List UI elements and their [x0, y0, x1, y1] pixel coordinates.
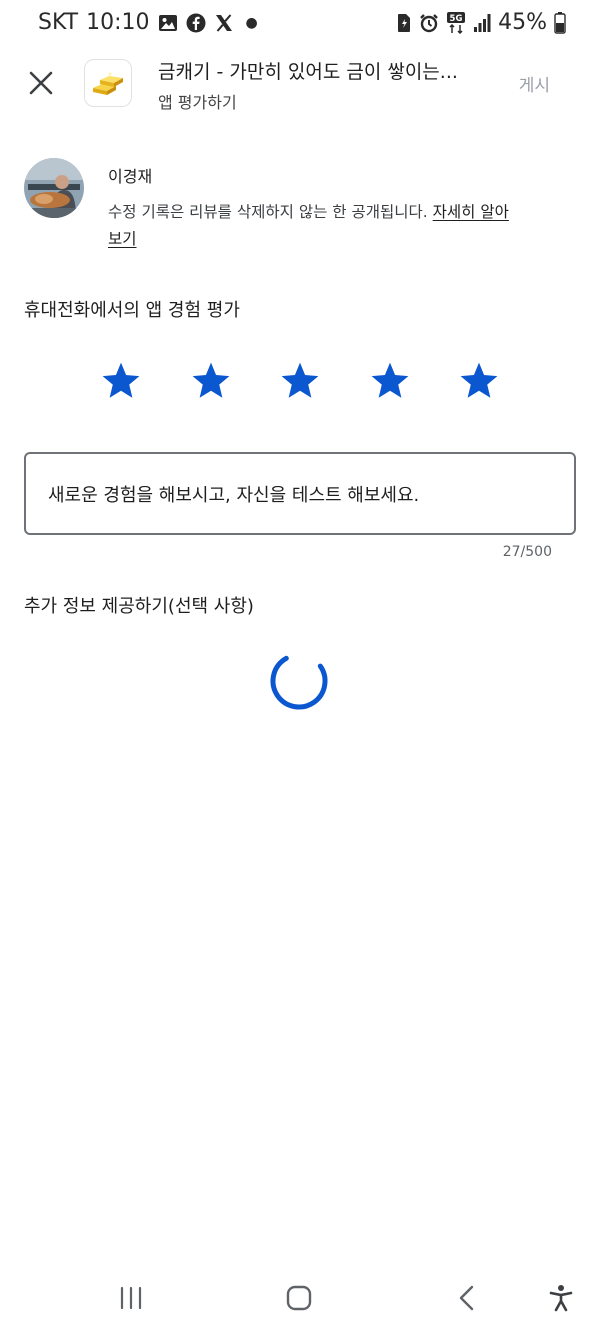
status-bar: SKT 10:10 ● 5G 45% [0, 0, 600, 52]
home-icon [286, 1285, 312, 1311]
gallery-icon [158, 13, 178, 33]
gold-bars-icon [93, 72, 123, 95]
star-1-icon[interactable] [100, 360, 142, 402]
star-2-icon[interactable] [190, 360, 232, 402]
review-text: 새로운 경험을 해보시고, 자신을 테스트 해보세요. [48, 485, 420, 506]
carrier-label: SKT [38, 10, 79, 35]
sim-icon [396, 13, 412, 33]
notice-text: 수정 기록은 리뷰를 삭제하지 않는 한 공개됩니다. [108, 203, 428, 221]
app-icon [84, 59, 132, 107]
recent-apps-button[interactable] [111, 1278, 151, 1318]
avatar [24, 158, 84, 218]
close-button[interactable] [22, 64, 60, 102]
accessibility-button[interactable] [541, 1278, 581, 1318]
star-5-icon[interactable] [458, 360, 500, 402]
back-button[interactable] [447, 1278, 487, 1318]
accessibility-icon [549, 1285, 573, 1312]
page-subtitle: 앱 평가하기 [158, 93, 237, 112]
facebook-icon [186, 13, 206, 33]
app-title: 금캐기 - 가만히 있어도 금이 쌓이는... [158, 61, 458, 83]
signal-icon [473, 13, 491, 33]
alarm-icon [419, 13, 439, 33]
notification-dot-icon: ● [245, 14, 258, 31]
review-input[interactable]: 새로운 경험을 해보시고, 자신을 테스트 해보세요. [24, 452, 576, 535]
home-button[interactable] [279, 1278, 319, 1318]
star-4-icon[interactable] [369, 360, 411, 402]
star-rating[interactable] [100, 360, 500, 402]
post-button[interactable]: 게시 [519, 71, 550, 96]
back-icon [459, 1285, 474, 1311]
rating-label: 휴대전화에서의 앱 경험 평가 [24, 300, 240, 321]
user-name: 이경재 [108, 167, 153, 186]
public-notice: 수정 기록은 리뷰를 삭제하지 않는 한 공개됩니다. 자세히 알아보기 [108, 199, 518, 253]
battery-percent: 45% [498, 10, 547, 35]
character-count: 27/500 [502, 544, 552, 560]
clock: 10:10 [86, 10, 150, 35]
5g-icon: 5G [446, 11, 466, 34]
star-3-icon[interactable] [279, 360, 321, 402]
battery-icon [554, 11, 566, 34]
loading-spinner-icon [270, 652, 328, 710]
recent-apps-icon [120, 1286, 142, 1310]
close-icon [29, 71, 53, 95]
navigation-bar [0, 1268, 600, 1328]
svg-text:5G: 5G [450, 14, 463, 24]
extra-info-label: 추가 정보 제공하기(선택 사항) [24, 596, 254, 617]
x-icon [214, 13, 234, 33]
